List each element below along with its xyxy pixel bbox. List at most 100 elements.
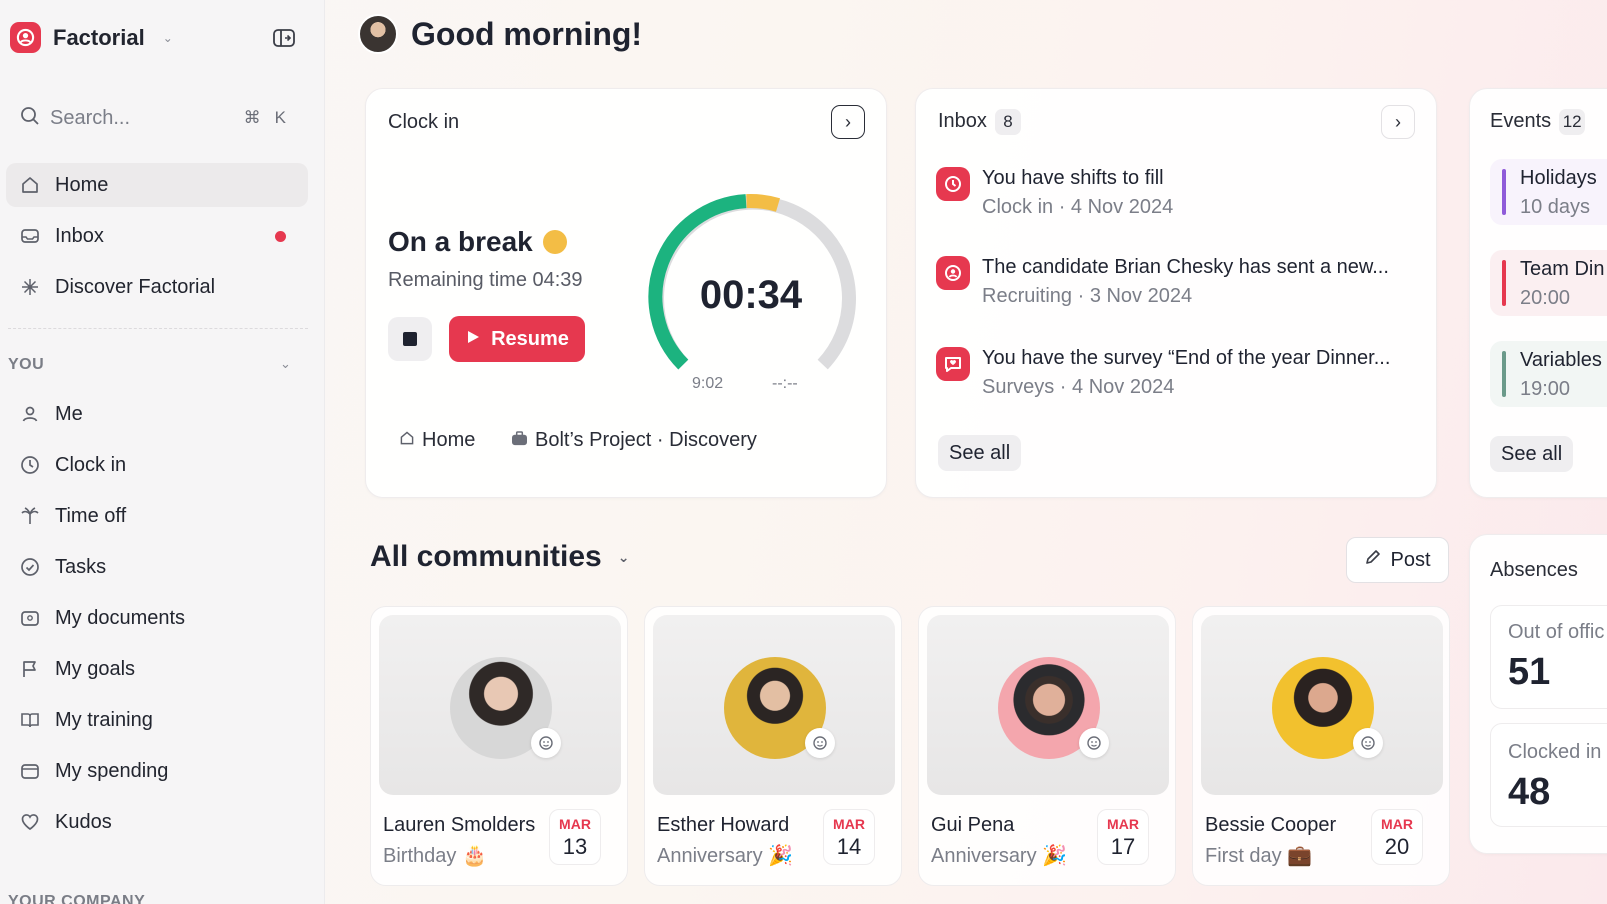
clocked-in-label: Clocked in [1508, 741, 1602, 763]
post-label: Post [1390, 548, 1431, 571]
party-popper-icon: 🎉 [768, 845, 794, 867]
events-card: Events 12 Holidays 10 days Team Din 20:00… [1469, 88, 1607, 498]
event-title: Team Din [1520, 258, 1605, 280]
inbox-item-meta: Clock in · 4 Nov 2024 [982, 196, 1174, 218]
chevron-down-icon: ⌄ [617, 548, 630, 565]
collapse-sidebar-icon[interactable] [272, 27, 296, 49]
sidebar-item-inbox[interactable]: Inbox [6, 214, 308, 258]
event-type: Anniversary 🎉 [657, 843, 793, 868]
sidebar-item-label: Home [55, 173, 109, 196]
person-name: Gui Pena [931, 814, 1015, 836]
chevron-right-icon: › [845, 111, 851, 132]
workspace-switcher[interactable]: Factorial ⌄ [10, 22, 173, 53]
timer-start-time: 9:02 [692, 375, 724, 392]
divider [8, 328, 308, 329]
shortcut-key: K [274, 108, 286, 127]
event-type-label: Anniversary [657, 845, 763, 867]
photo-background [927, 615, 1169, 795]
briefcase-icon: 💼 [1287, 845, 1313, 867]
candidate-icon [936, 256, 970, 290]
sidebar-item-me[interactable]: Me [6, 392, 308, 436]
inbox-item-title: The candidate Brian Chesky has sent a ne… [982, 256, 1389, 278]
event-title: Variables [1520, 349, 1602, 371]
out-of-office-label: Out of offic [1508, 621, 1605, 643]
list-item[interactable]: You have the survey “End of the year Din… [936, 347, 1390, 399]
palm-tree-icon [20, 506, 40, 526]
open-inbox-button[interactable]: › [1381, 105, 1415, 139]
sidebar-item-home[interactable]: Home [6, 163, 308, 207]
event-time: 10 days [1520, 196, 1591, 218]
card-title: Events 12 [1490, 109, 1586, 135]
community-card[interactable]: Esther Howard Anniversary 🎉 MAR 14 [644, 606, 902, 886]
add-reaction-icon[interactable] [805, 728, 835, 758]
photo-background [379, 615, 621, 795]
break-indicator-icon [542, 230, 567, 254]
sidebar-item-time-off[interactable]: Time off [6, 494, 308, 538]
event-color-bar [1502, 260, 1506, 306]
stop-button[interactable] [388, 317, 432, 361]
search-input[interactable]: Search... ⌘ K [8, 98, 300, 138]
inbox-card: Inbox 8 › You have shifts to fill Clock i… [915, 88, 1437, 498]
sidebar-item-clock-in[interactable]: Clock in [6, 443, 308, 487]
resume-button[interactable]: Resume [449, 316, 585, 362]
greeting-header: Good morning! [358, 14, 642, 54]
events-title: Events [1490, 110, 1552, 132]
search-placeholder: Search... [50, 106, 131, 129]
timer-end-time: --:-- [772, 375, 798, 392]
date-month: MAR [1381, 816, 1413, 832]
inbox-item-meta: Surveys · 4 Nov 2024 [982, 376, 1175, 398]
event-item[interactable]: Team Din 20:00 [1490, 250, 1607, 316]
communities-selector[interactable]: All communities ⌄ [370, 540, 629, 574]
break-status-label: On a break [388, 226, 533, 257]
chevron-down-icon[interactable]: ⌄ [280, 356, 291, 372]
date-month: MAR [833, 816, 865, 832]
sidebar-item-my-spending[interactable]: My spending [6, 749, 308, 793]
sidebar-item-kudos[interactable]: Kudos [6, 800, 308, 844]
remaining-time: Remaining time 04:39 [388, 269, 583, 291]
avatar[interactable] [358, 14, 398, 54]
see-all-events-button[interactable]: See all [1490, 436, 1574, 472]
location-label: Home [422, 429, 476, 451]
timer-value: 00:34 [699, 273, 803, 317]
sidebar-item-my-goals[interactable]: My goals [6, 647, 308, 691]
community-card[interactable]: Bessie Cooper First day 💼 MAR 20 [1192, 606, 1450, 886]
sidebar-item-label: My documents [55, 606, 186, 629]
add-reaction-icon[interactable] [1353, 728, 1383, 758]
see-all-inbox-button[interactable]: See all [938, 435, 1022, 471]
location-chip[interactable]: Home [399, 429, 475, 452]
sidebar-item-my-documents[interactable]: My documents [6, 596, 308, 640]
project-chip[interactable]: Bolt’s Project · Discovery [511, 429, 757, 452]
community-card[interactable]: Gui Pena Anniversary 🎉 MAR 17 [918, 606, 1176, 886]
event-time: 19:00 [1520, 378, 1571, 400]
sidebar-item-my-training[interactable]: My training [6, 698, 308, 742]
community-card[interactable]: Lauren Smolders Birthday 🎂 MAR 13 [370, 606, 628, 886]
sidebar-item-discover-factorial[interactable]: Discover Factorial [6, 265, 308, 309]
event-date: MAR 14 [823, 809, 875, 865]
documents-icon [20, 608, 40, 628]
date-day: 14 [836, 834, 862, 859]
open-clock-in-button[interactable]: › [831, 105, 865, 139]
event-item[interactable]: Holidays 10 days [1490, 159, 1607, 225]
absences-card: Absences Out of offic 51 Clocked in 48 [1469, 534, 1607, 854]
photo-background [1201, 615, 1443, 795]
list-item[interactable]: The candidate Brian Chesky has sent a ne… [936, 256, 1389, 308]
check-circle-icon [20, 557, 40, 577]
pencil-icon [1364, 548, 1382, 572]
add-reaction-icon[interactable] [1079, 728, 1109, 758]
event-date: MAR 17 [1097, 809, 1149, 865]
date-day: 13 [562, 834, 588, 859]
person-name: Esther Howard [657, 814, 790, 836]
sidebar-item-tasks[interactable]: Tasks [6, 545, 308, 589]
list-item[interactable]: You have shifts to fill Clock in · 4 Nov… [936, 167, 1173, 219]
sparkles-icon [20, 277, 40, 297]
post-button[interactable]: Post [1346, 537, 1449, 583]
sidebar-item-label: My spending [55, 759, 169, 782]
date-month: MAR [1107, 816, 1139, 832]
card-title: Absences [1490, 559, 1578, 581]
date-day: 17 [1110, 834, 1136, 859]
add-reaction-icon[interactable] [531, 728, 561, 758]
event-date: MAR 13 [549, 809, 601, 865]
clock-icon [20, 455, 40, 475]
event-date: MAR 20 [1371, 809, 1423, 865]
event-item[interactable]: Variables 19:00 [1490, 341, 1607, 407]
